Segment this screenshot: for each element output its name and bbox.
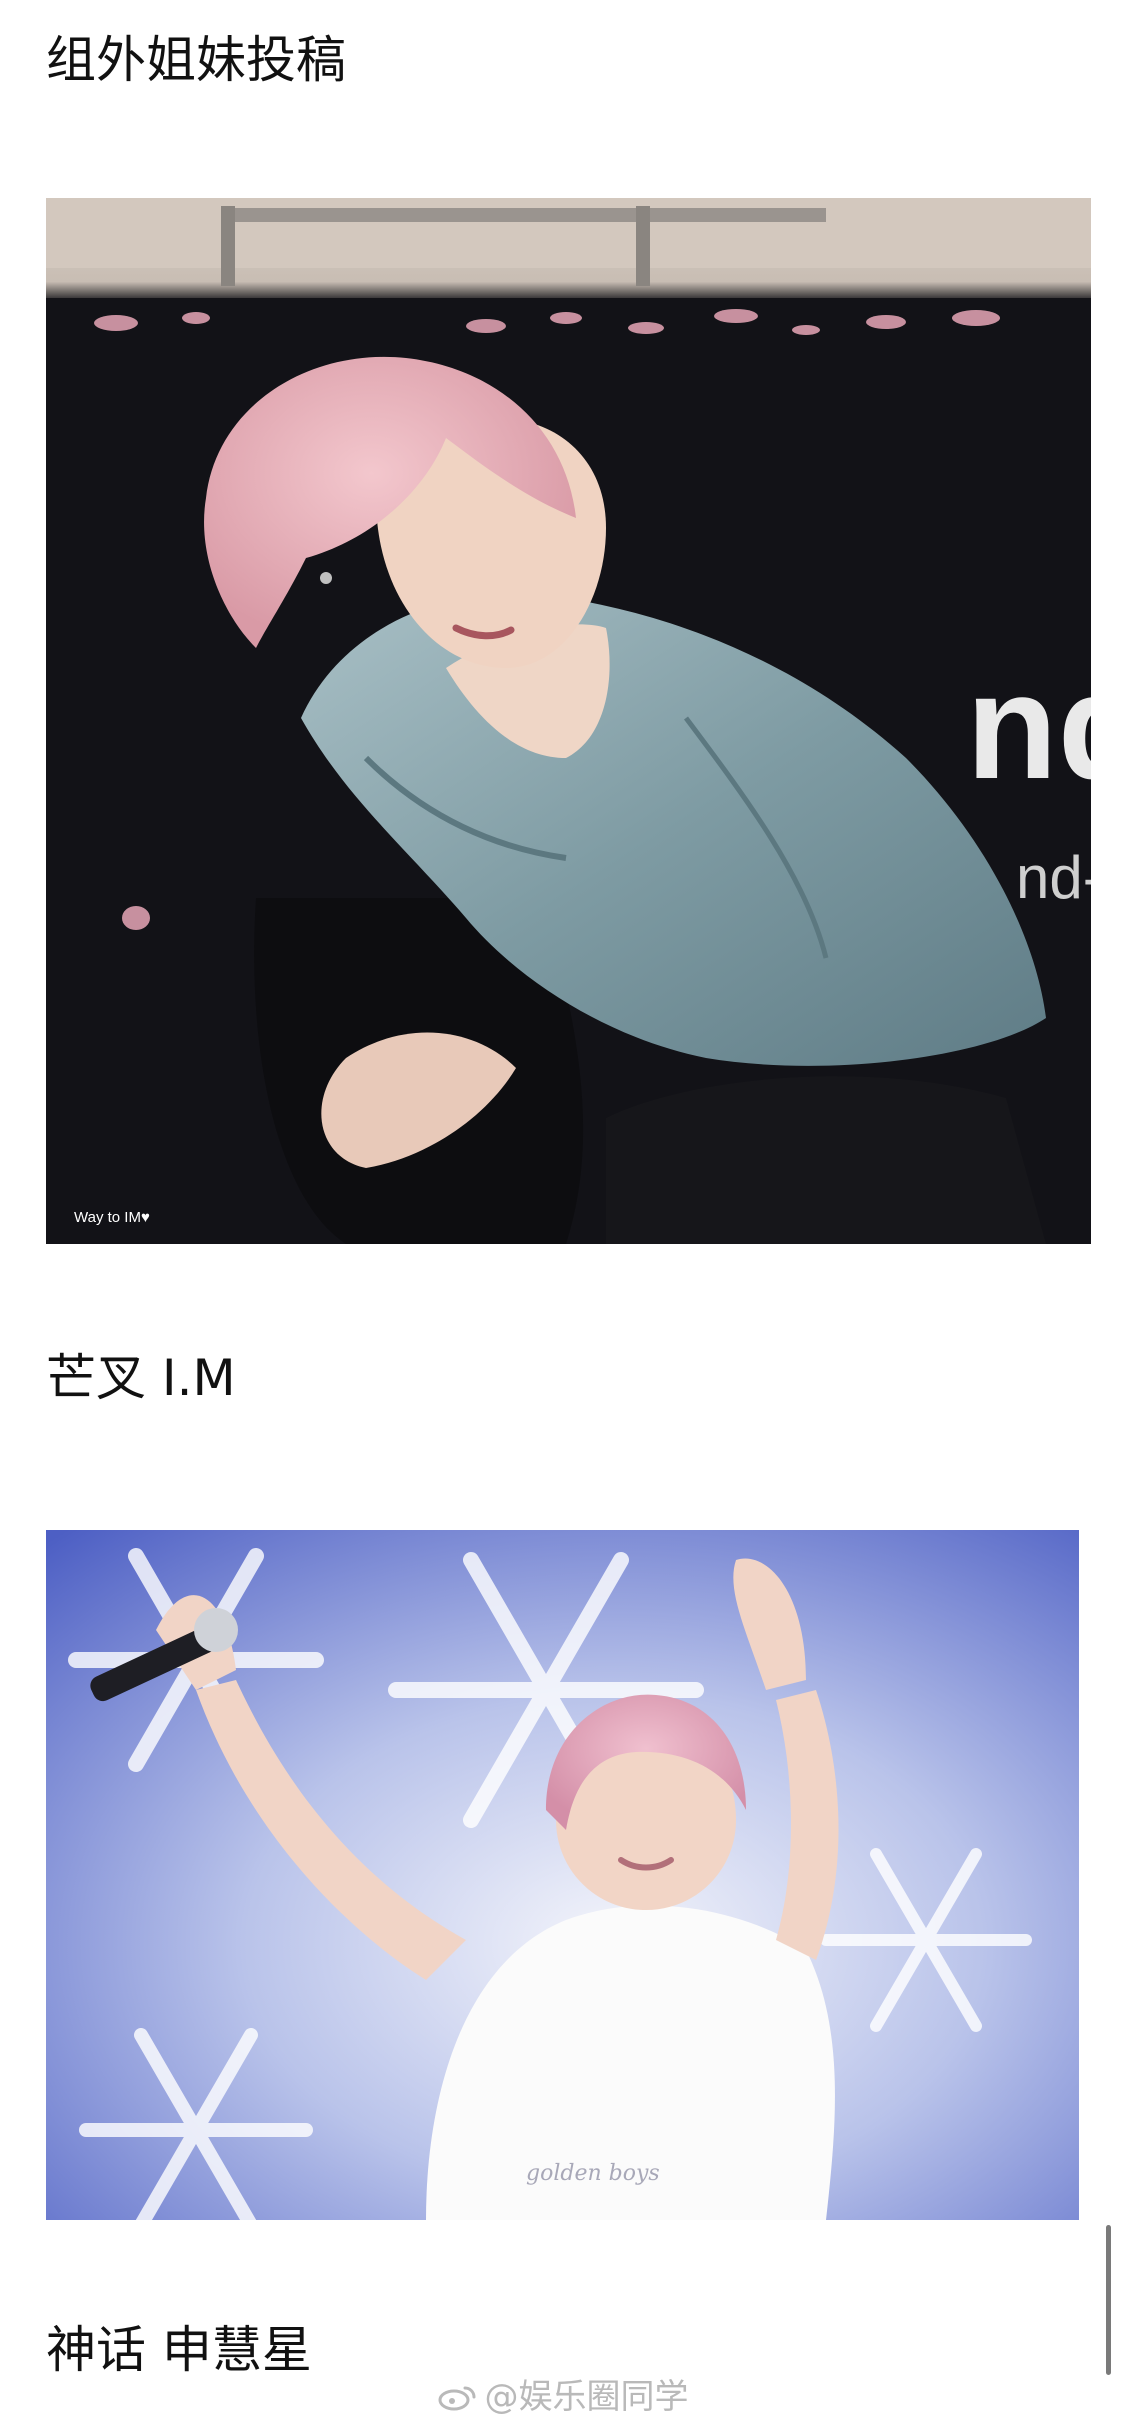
svg-text:nd: nd	[966, 642, 1091, 810]
svg-text:nd-: nd-	[1016, 844, 1091, 911]
post-caption-1: 组外姐妹投稿	[46, 31, 346, 89]
scrollbar[interactable]	[1106, 2225, 1111, 2375]
photo-2-illustration: golden boys	[46, 1530, 1079, 2220]
post-photo-1[interactable]: nd nd- Way to IM♥	[46, 198, 1091, 1244]
post-photo-2[interactable]: golden boys	[46, 1530, 1079, 2220]
weibo-watermark-handle: @娱乐圈同学	[484, 2377, 689, 2417]
photo-1-watermark-tag: Way to IM♥	[74, 1209, 150, 1226]
post-caption-2: 芒叉 I.M	[46, 1349, 236, 1407]
photo-1-illustration: nd nd-	[46, 198, 1091, 1244]
svg-text:golden boys: golden boys	[526, 2161, 660, 2186]
weibo-logo-icon	[438, 2386, 475, 2411]
weibo-watermark: @娱乐圈同学	[0, 2376, 1125, 2418]
post-caption-3: 神话 申慧星	[46, 2321, 312, 2379]
